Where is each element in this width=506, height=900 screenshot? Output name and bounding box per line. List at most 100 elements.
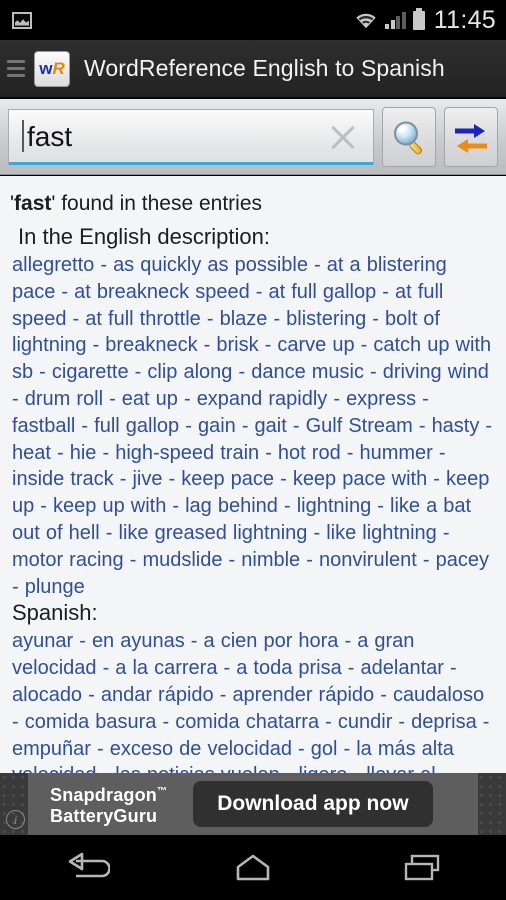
spanish-entry-links[interactable]: ayunar - en ayunas - a cien por hora - a… <box>12 628 496 773</box>
entry-link[interactable]: alocado <box>12 684 82 706</box>
entry-link[interactable]: at full gallop <box>269 281 377 303</box>
entry-link[interactable]: clip along <box>147 361 232 383</box>
entry-link[interactable]: heat <box>12 442 51 464</box>
entry-link[interactable]: a la carrera <box>115 657 217 679</box>
entry-link[interactable]: comida chatarra <box>175 711 319 733</box>
entry-separator: - <box>113 468 133 491</box>
entry-link[interactable]: pacey <box>436 549 489 571</box>
entry-link[interactable]: gol <box>311 738 338 760</box>
app-logo[interactable]: wR <box>34 50 70 87</box>
entry-link[interactable]: a cien por hora <box>204 630 339 652</box>
recent-apps-icon <box>404 854 439 880</box>
entry-link[interactable]: en ayunas <box>92 630 185 652</box>
entry-link[interactable]: breakneck <box>105 334 197 356</box>
found-suffix: ' found in these entries <box>51 192 263 215</box>
logo-w-letter: w <box>39 59 53 78</box>
search-input[interactable]: fast <box>8 108 374 165</box>
ad-banner[interactable]: Snapdragon™ BatteryGuru Download app now… <box>0 773 506 835</box>
entry-link[interactable]: jive <box>132 468 162 490</box>
entry-link[interactable]: gain <box>198 415 236 437</box>
entry-link[interactable]: full gallop <box>94 415 179 437</box>
home-button[interactable] <box>169 852 338 884</box>
entry-link[interactable]: hie <box>70 442 97 464</box>
entry-link[interactable]: carve up <box>277 334 354 356</box>
entry-link[interactable]: high-speed train <box>115 442 259 464</box>
entry-link[interactable]: blaze <box>220 308 268 330</box>
entry-link[interactable]: drum roll <box>25 388 103 410</box>
entry-link[interactable]: lag behind <box>185 495 278 517</box>
entry-link[interactable]: las noticias vuelan <box>115 764 279 773</box>
entry-link[interactable]: blistering <box>286 308 366 330</box>
entry-link[interactable]: comida basura <box>25 711 157 733</box>
entry-link[interactable]: hot rod <box>278 442 341 464</box>
entry-link[interactable]: ayunar <box>12 630 73 652</box>
entry-link[interactable]: brisk <box>216 334 258 356</box>
search-input-value: fast <box>27 121 73 152</box>
entry-separator: - <box>427 468 447 491</box>
entry-link[interactable]: expand rapidly <box>197 388 328 410</box>
entry-link[interactable]: andar rápido <box>101 684 214 706</box>
entry-link[interactable]: like greased lightning <box>119 522 308 544</box>
results-content[interactable]: 'fast' found in these entries In the Eng… <box>0 176 506 773</box>
english-entry-links[interactable]: allegretto - as quickly as possible - at… <box>12 252 496 600</box>
entry-separator: - <box>73 630 92 653</box>
entry-link[interactable]: inside track <box>12 468 114 490</box>
entry-link[interactable]: fastball <box>12 415 75 437</box>
entry-link[interactable]: aprender rápido <box>232 684 374 706</box>
entry-separator: - <box>34 495 54 518</box>
entry-link[interactable]: express <box>346 388 416 410</box>
entry-link[interactable]: allegretto <box>12 254 94 276</box>
entry-link[interactable]: Gulf Stream <box>306 415 413 437</box>
entry-link[interactable]: hummer <box>359 442 432 464</box>
ad-panel[interactable]: Snapdragon™ BatteryGuru Download app now <box>28 773 478 835</box>
entry-link[interactable]: keep pace with <box>293 468 427 490</box>
entry-link[interactable]: at full throttle <box>85 308 201 330</box>
ad-trademark: ™ <box>157 786 168 797</box>
entry-link[interactable]: cundir <box>338 711 392 733</box>
entry-link[interactable]: as quickly as possible <box>113 254 308 276</box>
entry-separator: - <box>97 764 116 773</box>
entry-link[interactable]: nonvirulent <box>319 549 417 571</box>
entry-link[interactable]: plunge <box>25 576 85 598</box>
entry-link[interactable]: caudaloso <box>393 684 484 706</box>
entry-link[interactable]: dance music <box>251 361 364 383</box>
search-button[interactable] <box>382 106 436 167</box>
entry-link[interactable]: nimble <box>241 549 300 571</box>
text-caret <box>22 119 24 152</box>
entry-link[interactable]: lightning <box>297 495 372 517</box>
entry-link[interactable]: at breakneck speed <box>74 281 250 303</box>
entry-separator: - <box>94 254 114 276</box>
entry-link[interactable]: empuñar <box>12 738 91 760</box>
entry-link[interactable]: mudslide <box>142 549 222 571</box>
entry-link[interactable]: cigarette <box>52 361 129 383</box>
entry-separator: - <box>286 414 306 437</box>
ad-download-button[interactable]: Download app now <box>193 781 433 827</box>
entry-link[interactable]: hasty <box>432 415 480 437</box>
recent-apps-button[interactable] <box>337 852 506 884</box>
entry-separator: - <box>319 710 338 733</box>
info-icon[interactable]: i <box>6 810 25 829</box>
hamburger-menu-icon[interactable] <box>4 60 28 77</box>
entry-separator: - <box>12 387 25 410</box>
entry-separator: - <box>354 334 374 357</box>
back-button[interactable] <box>0 852 169 884</box>
entry-separator: - <box>197 334 217 357</box>
entry-separator: - <box>12 575 25 598</box>
entry-link[interactable]: deprisa <box>411 711 477 733</box>
entry-link[interactable]: like lightning <box>326 522 437 544</box>
entry-link[interactable]: adelantar <box>361 657 444 679</box>
entry-link[interactable]: a toda prisa <box>236 657 342 679</box>
entry-link[interactable]: exceso de velocidad <box>110 738 292 760</box>
entry-link[interactable]: keep up with <box>53 495 166 517</box>
clear-x-icon[interactable] <box>329 123 357 151</box>
status-bar-system-icons: 11:45 <box>354 6 496 35</box>
found-term: fast <box>14 192 52 215</box>
entry-link[interactable]: driving wind <box>383 361 489 383</box>
entry-link[interactable]: keep pace <box>181 468 274 490</box>
entry-link[interactable]: motor racing <box>12 549 124 571</box>
entry-link[interactable]: gait <box>255 415 287 437</box>
swap-languages-button[interactable] <box>444 106 498 167</box>
entry-link[interactable]: ligero <box>299 764 348 773</box>
english-section-heading: In the English description: <box>18 224 270 249</box>
entry-link[interactable]: eat up <box>122 388 178 410</box>
